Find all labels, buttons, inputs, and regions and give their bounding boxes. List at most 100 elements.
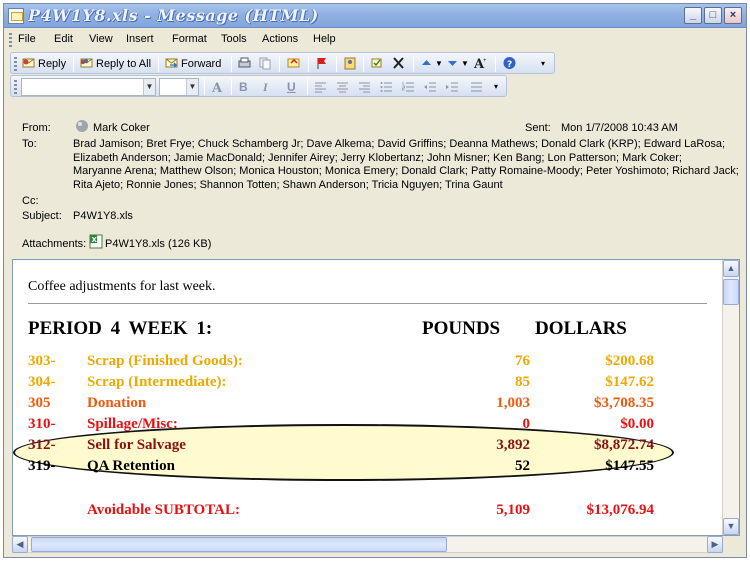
previous-dropdown-icon[interactable]: ▼ [435, 55, 443, 73]
chevron-down-icon[interactable]: ▼ [186, 79, 198, 95]
check-names-button[interactable] [369, 55, 386, 73]
dollars-heading: DOLLARS [535, 318, 627, 339]
style-combo[interactable]: ▼ [21, 78, 156, 96]
decrease-indent-button[interactable] [423, 78, 440, 96]
to-line-2[interactable]: Elizabeth Anderson; Jamie MacDonald; Jen… [73, 152, 682, 166]
to-line-4[interactable]: Rita Ajeto; Ronnie Jones; Shannon Totten… [73, 179, 503, 193]
forward-button[interactable]: Forward [164, 55, 221, 73]
check-names-icon [371, 58, 382, 68]
row-code: 305 [28, 395, 51, 411]
toolbar-separator [363, 56, 364, 72]
horizontal-scrollbar[interactable]: ◀ ▶ [12, 536, 723, 553]
intro-text: Coffee adjustments for last week. [28, 279, 216, 294]
reply-button[interactable]: Reply [21, 55, 66, 73]
reply-label: Reply [38, 58, 67, 70]
row-desc: Donation [87, 395, 147, 411]
toolbar-separator [204, 79, 205, 95]
horizontal-scroll-thumb[interactable] [31, 537, 447, 552]
toolbar-separator [308, 56, 309, 72]
toolbar-grip[interactable] [14, 80, 17, 94]
svg-text:+: + [483, 58, 487, 64]
row-dollars: $3,708.35 [594, 395, 654, 411]
row-desc: Spillage/Misc: [87, 416, 178, 432]
svg-text:X: X [92, 236, 98, 244]
align-center-button[interactable] [335, 78, 352, 96]
address-book-button[interactable] [342, 55, 359, 73]
forward-icon [165, 58, 178, 68]
row-desc: Scrap (Finished Goods): [87, 353, 243, 369]
attachment-link[interactable]: P4W1Y8.xls (126 KB) [105, 238, 211, 252]
more-formatting-button[interactable] [469, 78, 486, 96]
address-book-icon [344, 57, 356, 70]
scroll-right-button[interactable]: ▶ [707, 536, 723, 553]
scroll-left-button[interactable]: ◀ [12, 536, 28, 553]
toolbar-options-icon[interactable]: ▾ [494, 78, 498, 96]
help-button[interactable]: ? [502, 55, 519, 73]
previous-item-button[interactable] [419, 55, 436, 73]
increase-indent-button[interactable] [445, 78, 462, 96]
reply-all-button[interactable]: Reply to All [79, 55, 151, 73]
menu-insert[interactable]: Insert [126, 33, 154, 45]
row-dollars: $8,872.74 [594, 437, 654, 453]
menu-tools[interactable]: Tools [221, 33, 247, 45]
vertical-scrollbar[interactable]: ▲ ▼ [722, 260, 739, 535]
copy-button[interactable] [257, 55, 274, 73]
subject-label: Subject: [22, 210, 62, 222]
maximize-button[interactable]: □ [704, 7, 722, 24]
align-left-button[interactable] [313, 78, 330, 96]
subject-value: P4W1Y8.xls [73, 210, 133, 222]
forward-label: Forward [181, 58, 222, 70]
next-dropdown-icon[interactable]: ▼ [461, 55, 469, 73]
move-to-folder-icon [287, 58, 300, 68]
minimize-button[interactable]: _ [684, 7, 702, 24]
toolbar-separator [73, 56, 74, 72]
vertical-scroll-thumb[interactable] [723, 279, 739, 305]
move-button[interactable] [286, 55, 303, 73]
row-dollars: $200.68 [605, 353, 654, 369]
menu-actions[interactable]: Actions [262, 33, 298, 45]
menu-format[interactable]: Format [172, 33, 207, 45]
row-code: 304- [28, 374, 56, 390]
to-line-3[interactable]: Maryanne Arena; Matthew Olson; Monica Ho… [73, 165, 739, 179]
scroll-up-button[interactable]: ▲ [723, 260, 739, 277]
font-size-icon: A+ [473, 57, 487, 70]
size-grip[interactable] [723, 536, 740, 553]
font-size-button[interactable]: A + [473, 55, 490, 73]
subtotal-dollars: $13,076.94 [586, 502, 655, 518]
toolbar-options-icon[interactable]: ▾ [541, 55, 545, 73]
subtotal-pounds: 5,109 [496, 502, 530, 518]
row-dollars: $0.00 [620, 416, 654, 432]
bullets-button[interactable] [379, 78, 396, 96]
to-label: To: [22, 138, 37, 150]
title-bar[interactable]: P4W1Y8.xls - Message (HTML) _ □ × [4, 4, 746, 28]
bold-button[interactable]: B [239, 78, 248, 96]
message-body[interactable]: Coffee adjustments for last week. PERIOD… [12, 259, 740, 536]
standard-toolbar: Reply Reply to All Forward ▼ ▼ A + ? ▾ [10, 52, 555, 74]
underline-button[interactable]: U [287, 78, 296, 96]
next-item-button[interactable] [445, 55, 462, 73]
svg-text:A: A [211, 81, 223, 94]
row-dollars: $147.55 [605, 458, 654, 474]
scroll-down-button[interactable]: ▼ [723, 518, 739, 535]
chevron-down-icon[interactable]: ▼ [143, 79, 155, 95]
row-code: 312- [28, 437, 56, 453]
align-center-icon [337, 82, 348, 93]
print-button[interactable] [237, 55, 254, 73]
font-color-button[interactable]: A [210, 78, 227, 96]
close-button[interactable]: × [724, 7, 742, 24]
flag-button[interactable] [314, 55, 331, 73]
menu-file[interactable]: File [18, 33, 36, 45]
delete-button[interactable] [391, 55, 408, 73]
align-right-button[interactable] [357, 78, 374, 96]
menu-help[interactable]: Help [313, 33, 336, 45]
italic-button[interactable]: I [263, 78, 268, 96]
sender-name[interactable]: Mark Coker [93, 122, 150, 136]
to-line-1[interactable]: Brad Jamison; Bret Frye; Chuck Schamberg… [73, 138, 725, 152]
toolbar-grip[interactable] [14, 57, 17, 71]
menu-view[interactable]: View [89, 33, 113, 45]
menu-edit[interactable]: Edit [54, 33, 73, 45]
menu-grip[interactable] [9, 33, 12, 47]
font-size-combo[interactable]: ▼ [159, 78, 199, 96]
font-color-icon: A [211, 81, 223, 94]
numbering-button[interactable] [401, 78, 418, 96]
